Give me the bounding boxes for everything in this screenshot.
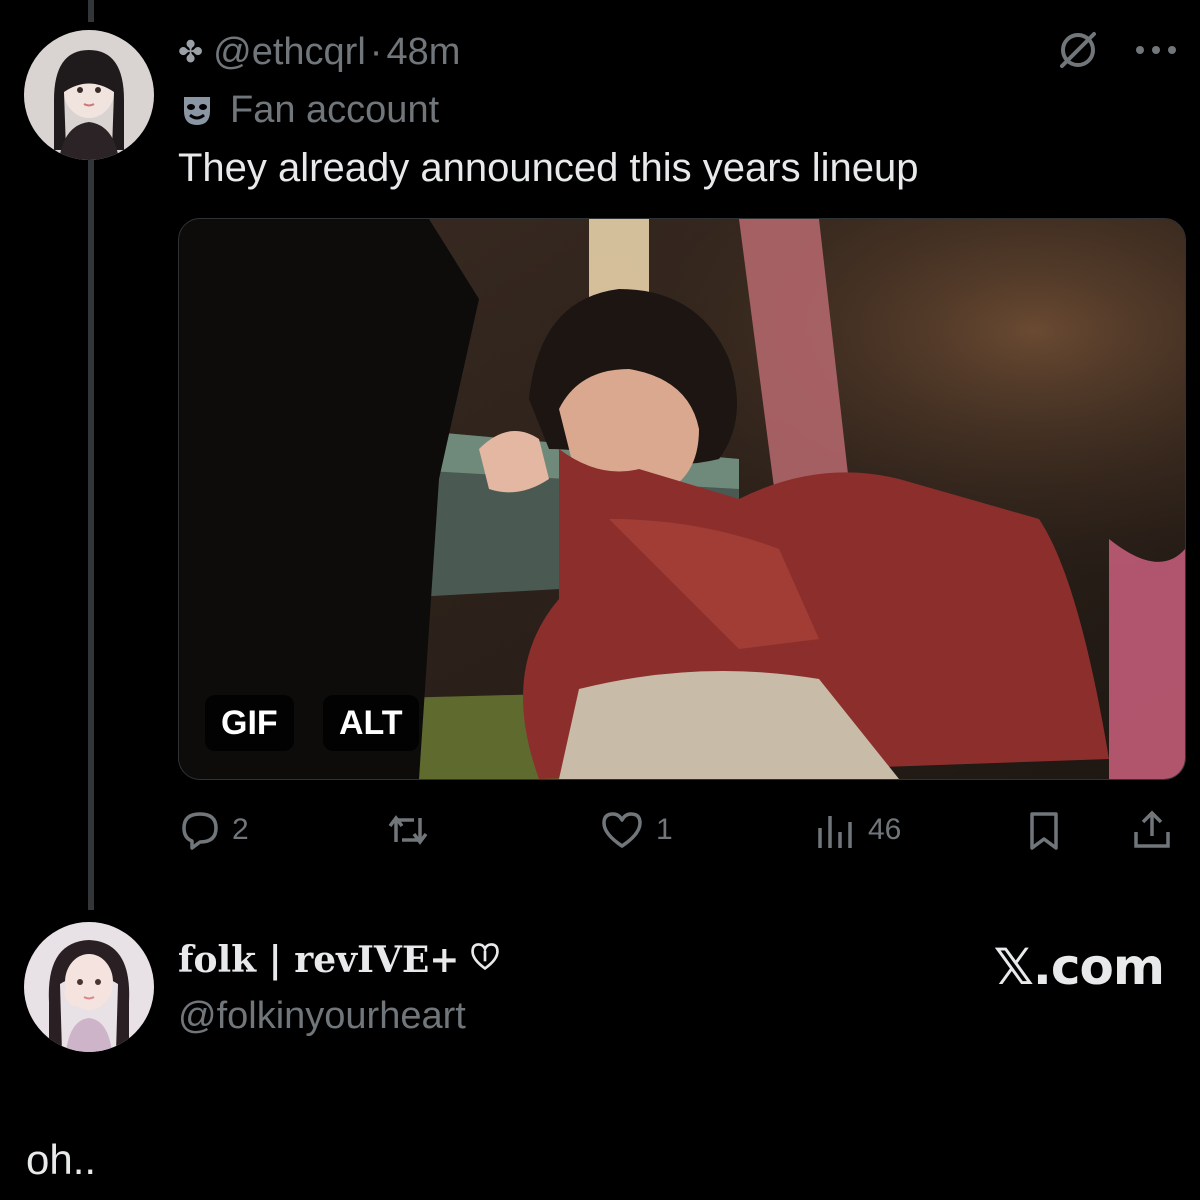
tweet-media-gif[interactable]: GIF ALT bbox=[178, 218, 1186, 780]
views-count: 46 bbox=[868, 813, 902, 846]
more-icon[interactable] bbox=[1132, 40, 1180, 60]
repost-icon bbox=[384, 808, 432, 852]
heart-shield-icon bbox=[469, 939, 501, 981]
account-label-row: Fan account bbox=[178, 84, 439, 136]
reply-icon bbox=[178, 808, 222, 852]
mask-icon bbox=[178, 91, 216, 129]
views-icon bbox=[814, 808, 858, 852]
avatar[interactable] bbox=[24, 30, 154, 160]
alt-badge[interactable]: ALT bbox=[323, 695, 419, 751]
repost-button[interactable] bbox=[384, 800, 442, 860]
reply-handle[interactable]: @folkinyourheart bbox=[178, 990, 466, 1042]
like-button[interactable]: 1 bbox=[598, 800, 673, 860]
tweet-handle[interactable]: @ethcqrl bbox=[213, 31, 366, 74]
reply-count: 2 bbox=[232, 813, 249, 846]
reply-display-name[interactable]: folk | revIVE+ bbox=[178, 939, 459, 981]
reply-avatar[interactable] bbox=[24, 922, 154, 1052]
thread-line bbox=[88, 160, 94, 910]
thread-line-top bbox=[88, 0, 94, 22]
reply-button[interactable]: 2 bbox=[178, 800, 249, 860]
gif-badge: GIF bbox=[205, 695, 294, 751]
share-button[interactable] bbox=[1130, 800, 1174, 860]
tweet-meta: ✤ @ethcqrl · 48m bbox=[178, 24, 460, 80]
account-label: Fan account bbox=[230, 88, 440, 131]
tweet-time[interactable]: 48m bbox=[386, 31, 460, 74]
reply-author-row: folk | revIVE+ bbox=[178, 932, 501, 988]
views-button[interactable]: 46 bbox=[814, 800, 901, 860]
bookmark-icon bbox=[1022, 808, 1066, 852]
share-icon bbox=[1130, 808, 1174, 852]
reply-text: oh.. bbox=[26, 1136, 97, 1183]
bookmark-button[interactable] bbox=[1022, 800, 1066, 860]
tweet-text: They already announced this years lineup bbox=[178, 146, 919, 190]
brand-logo: 𝕏.com bbox=[993, 938, 1165, 996]
like-icon bbox=[598, 808, 646, 852]
meta-separator: · bbox=[369, 30, 383, 73]
club-icon: ✤ bbox=[178, 35, 204, 69]
tweet-top-actions bbox=[1054, 26, 1180, 74]
like-count: 1 bbox=[656, 813, 673, 846]
grok-icon[interactable] bbox=[1054, 26, 1102, 74]
tweet-actions: 2 1 46 bbox=[178, 800, 1178, 860]
